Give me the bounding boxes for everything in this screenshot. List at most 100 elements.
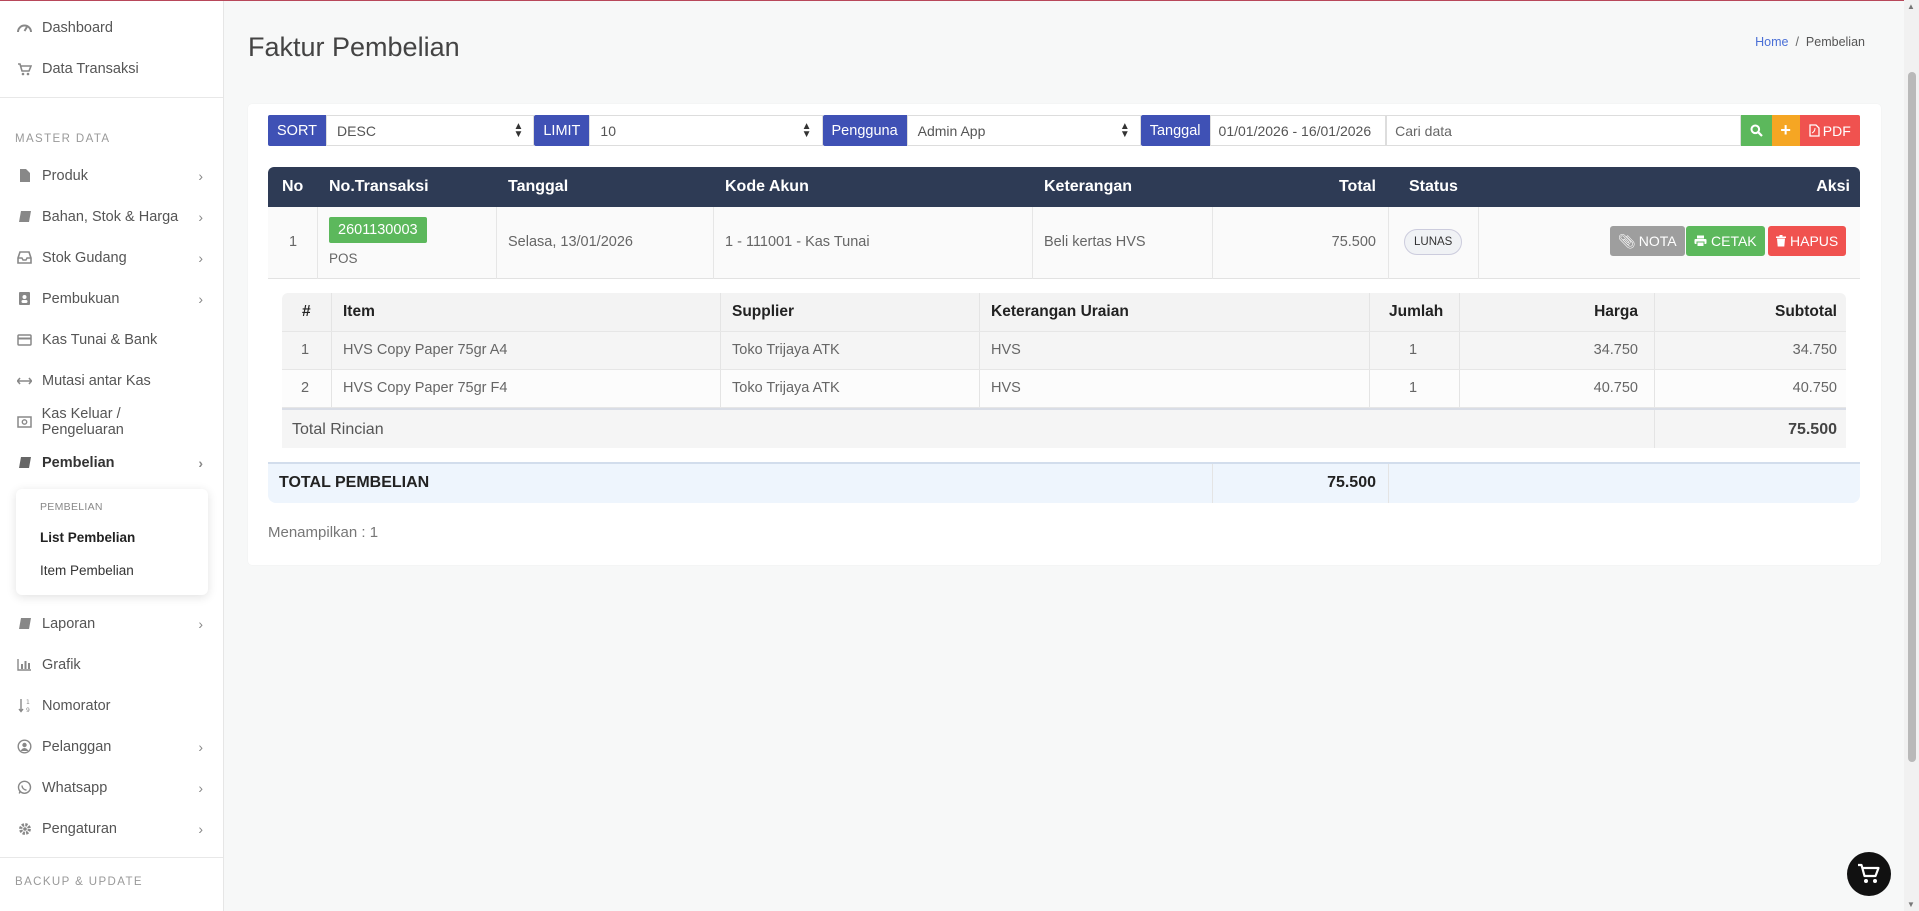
- user-circle-icon: [16, 738, 33, 755]
- row-total: 75.500: [1331, 234, 1376, 250]
- cell-divider: [1388, 207, 1389, 279]
- sidebar-item-grafik[interactable]: Grafik: [0, 644, 223, 685]
- col-status: Status: [1409, 178, 1458, 195]
- detail-total-label: Total Rincian: [292, 421, 384, 438]
- detail-table-header: # Item Supplier Keterangan Uraian Jumlah…: [282, 293, 1846, 332]
- credit-card-icon: [16, 331, 33, 348]
- pdf-button-label: PDF: [1822, 122, 1851, 139]
- sidebar-item-label: Dashboard: [42, 19, 113, 36]
- add-button[interactable]: +: [1771, 115, 1800, 146]
- sidebar-item-nomorator[interactable]: 19 Nomorator: [0, 685, 223, 726]
- detail-total-value: 75.500: [1788, 421, 1837, 438]
- sort-numeric-icon: 19: [16, 697, 33, 714]
- pdf-button[interactable]: PDF: [1799, 115, 1860, 146]
- detail-qty: 1: [1409, 342, 1418, 358]
- column-divider: [1459, 370, 1460, 407]
- top-accent-line: [0, 0, 1919, 1]
- column-divider: [1369, 293, 1370, 331]
- arrows-h-icon: [16, 372, 33, 389]
- chevron-right-icon: ›: [198, 738, 203, 755]
- select-arrows-icon: ▲ ▼: [513, 121, 524, 140]
- filter-bar: SORT DESC ▲ ▼ LIMIT 10 ▲ ▼ Pengguna Admin …: [268, 115, 1860, 146]
- sidebar-item-label: Bahan, Stok & Harga: [42, 208, 179, 225]
- chevron-right-icon: ›: [198, 615, 203, 632]
- sidebar-section-master-data: MASTER DATA: [15, 133, 111, 145]
- content-card: SORT DESC ▲ ▼ LIMIT 10 ▲ ▼ Pengguna Admin …: [248, 104, 1881, 565]
- search-input[interactable]: Cari data: [1386, 115, 1742, 146]
- date-range-input[interactable]: 01/01/2026 - 16/01/2026: [1209, 115, 1387, 146]
- dashboard-icon: [16, 19, 33, 36]
- detail-desc: HVS: [991, 342, 1021, 358]
- row-kode-akun: 1 - 111001 - Kas Tunai: [725, 234, 870, 250]
- sidebar-item-kas-tunai-bank[interactable]: Kas Tunai & Bank: [0, 319, 223, 360]
- chevron-right-icon: ›: [198, 208, 203, 225]
- sidebar-item-kas-keluar[interactable]: Kas Keluar / Pengeluaran: [0, 401, 223, 442]
- cart-icon: [16, 60, 33, 77]
- column-divider: [1654, 293, 1655, 331]
- row-no: 1: [289, 234, 298, 250]
- transaction-number-badge[interactable]: 2601130003: [329, 217, 427, 243]
- grand-total-value: 75.500: [1327, 474, 1376, 491]
- book-icon: [16, 208, 33, 225]
- scroll-down-icon[interactable]: ▼: [1907, 900, 1915, 909]
- breadcrumb: Home / Pembelian: [1755, 35, 1865, 49]
- svg-text:1: 1: [26, 699, 30, 706]
- nota-button[interactable]: 📎︎ NOTA: [1610, 226, 1685, 256]
- sidebar-item-label: Data Transaksi: [42, 60, 139, 77]
- sidebar-item-pengaturan[interactable]: Pengaturan ›: [0, 808, 223, 849]
- sidebar-item-whatsapp[interactable]: Whatsapp ›: [0, 767, 223, 808]
- sidebar-item-stok-gudang[interactable]: Stok Gudang ›: [0, 237, 223, 278]
- col-harga: Harga: [1594, 303, 1638, 320]
- col-no: No: [282, 178, 304, 195]
- sidebar-item-label: Stok Gudang: [42, 249, 127, 266]
- sidebar-item-pembukuan[interactable]: Pembukuan ›: [0, 278, 223, 319]
- limit-select[interactable]: 10 ▲ ▼: [589, 115, 823, 146]
- chevron-right-icon: ›: [198, 167, 203, 184]
- sidebar-item-bahan-stok-harga[interactable]: Bahan, Stok & Harga ›: [0, 196, 223, 237]
- limit-select-value: 10: [600, 122, 616, 139]
- hapus-button-label: HAPUS: [1790, 233, 1839, 249]
- breadcrumb-home-link[interactable]: Home: [1755, 35, 1788, 49]
- search-button[interactable]: [1741, 115, 1772, 146]
- cetak-button[interactable]: CETAK: [1686, 226, 1765, 256]
- column-divider: [331, 293, 332, 331]
- hapus-button[interactable]: HAPUS: [1768, 226, 1847, 256]
- sidebar-item-data-transaksi[interactable]: Data Transaksi: [0, 48, 223, 89]
- detail-index: 1: [301, 342, 310, 358]
- sidebar-item-label: Mutasi antar Kas: [42, 372, 151, 389]
- sidebar-item-pelanggan[interactable]: Pelanggan ›: [0, 726, 223, 767]
- sidebar-item-label: Produk: [42, 167, 88, 184]
- detail-price: 40.750: [1593, 380, 1638, 396]
- user-select[interactable]: Admin App ▲ ▼: [906, 115, 1141, 146]
- detail-table: # Item Supplier Keterangan Uraian Jumlah…: [282, 293, 1846, 448]
- table-row: 1 2601130003 POS Selasa, 13/01/2026 1 - …: [268, 207, 1860, 279]
- cell-divider: [1032, 207, 1033, 279]
- sidebar-item-pembelian[interactable]: Pembelian ›: [0, 442, 223, 483]
- column-divider: [720, 332, 721, 369]
- submenu-item-item-pembelian[interactable]: Item Pembelian: [16, 554, 208, 587]
- submenu-item-list-pembelian[interactable]: List Pembelian: [16, 521, 208, 554]
- file-pdf-icon: [1809, 124, 1820, 137]
- svg-text:9: 9: [26, 707, 30, 713]
- sort-select[interactable]: DESC ▲ ▼: [326, 115, 535, 146]
- column-divider: [720, 293, 721, 331]
- sidebar-item-label: Pembelian: [42, 454, 115, 471]
- detail-row: 2 HVS Copy Paper 75gr F4 Toko Trijaya AT…: [282, 370, 1846, 408]
- sidebar-item-laporan[interactable]: Laporan ›: [0, 603, 223, 644]
- chevron-right-icon: ›: [198, 454, 203, 471]
- detail-qty: 1: [1409, 380, 1418, 396]
- col-kode-akun: Kode Akun: [725, 178, 809, 195]
- scroll-up-icon[interactable]: ▲: [1907, 2, 1915, 11]
- column-divider: [1369, 332, 1370, 369]
- sidebar-item-dashboard[interactable]: Dashboard: [0, 7, 223, 48]
- detail-row: 1 HVS Copy Paper 75gr A4 Toko Trijaya AT…: [282, 332, 1846, 370]
- page-scrollbar[interactable]: ▲ ▼: [1904, 0, 1919, 911]
- select-arrows-icon: ▲ ▼: [801, 121, 812, 140]
- scrollbar-thumb[interactable]: [1908, 72, 1916, 762]
- sidebar-section-backup-update: BACKUP & UPDATE: [15, 876, 143, 888]
- floating-cart-button[interactable]: [1847, 852, 1891, 896]
- column-divider: [1654, 370, 1655, 407]
- sidebar-item-mutasi-antar-kas[interactable]: Mutasi antar Kas: [0, 360, 223, 401]
- sidebar-item-produk[interactable]: Produk ›: [0, 155, 223, 196]
- select-arrows-icon: ▲ ▼: [1119, 121, 1130, 140]
